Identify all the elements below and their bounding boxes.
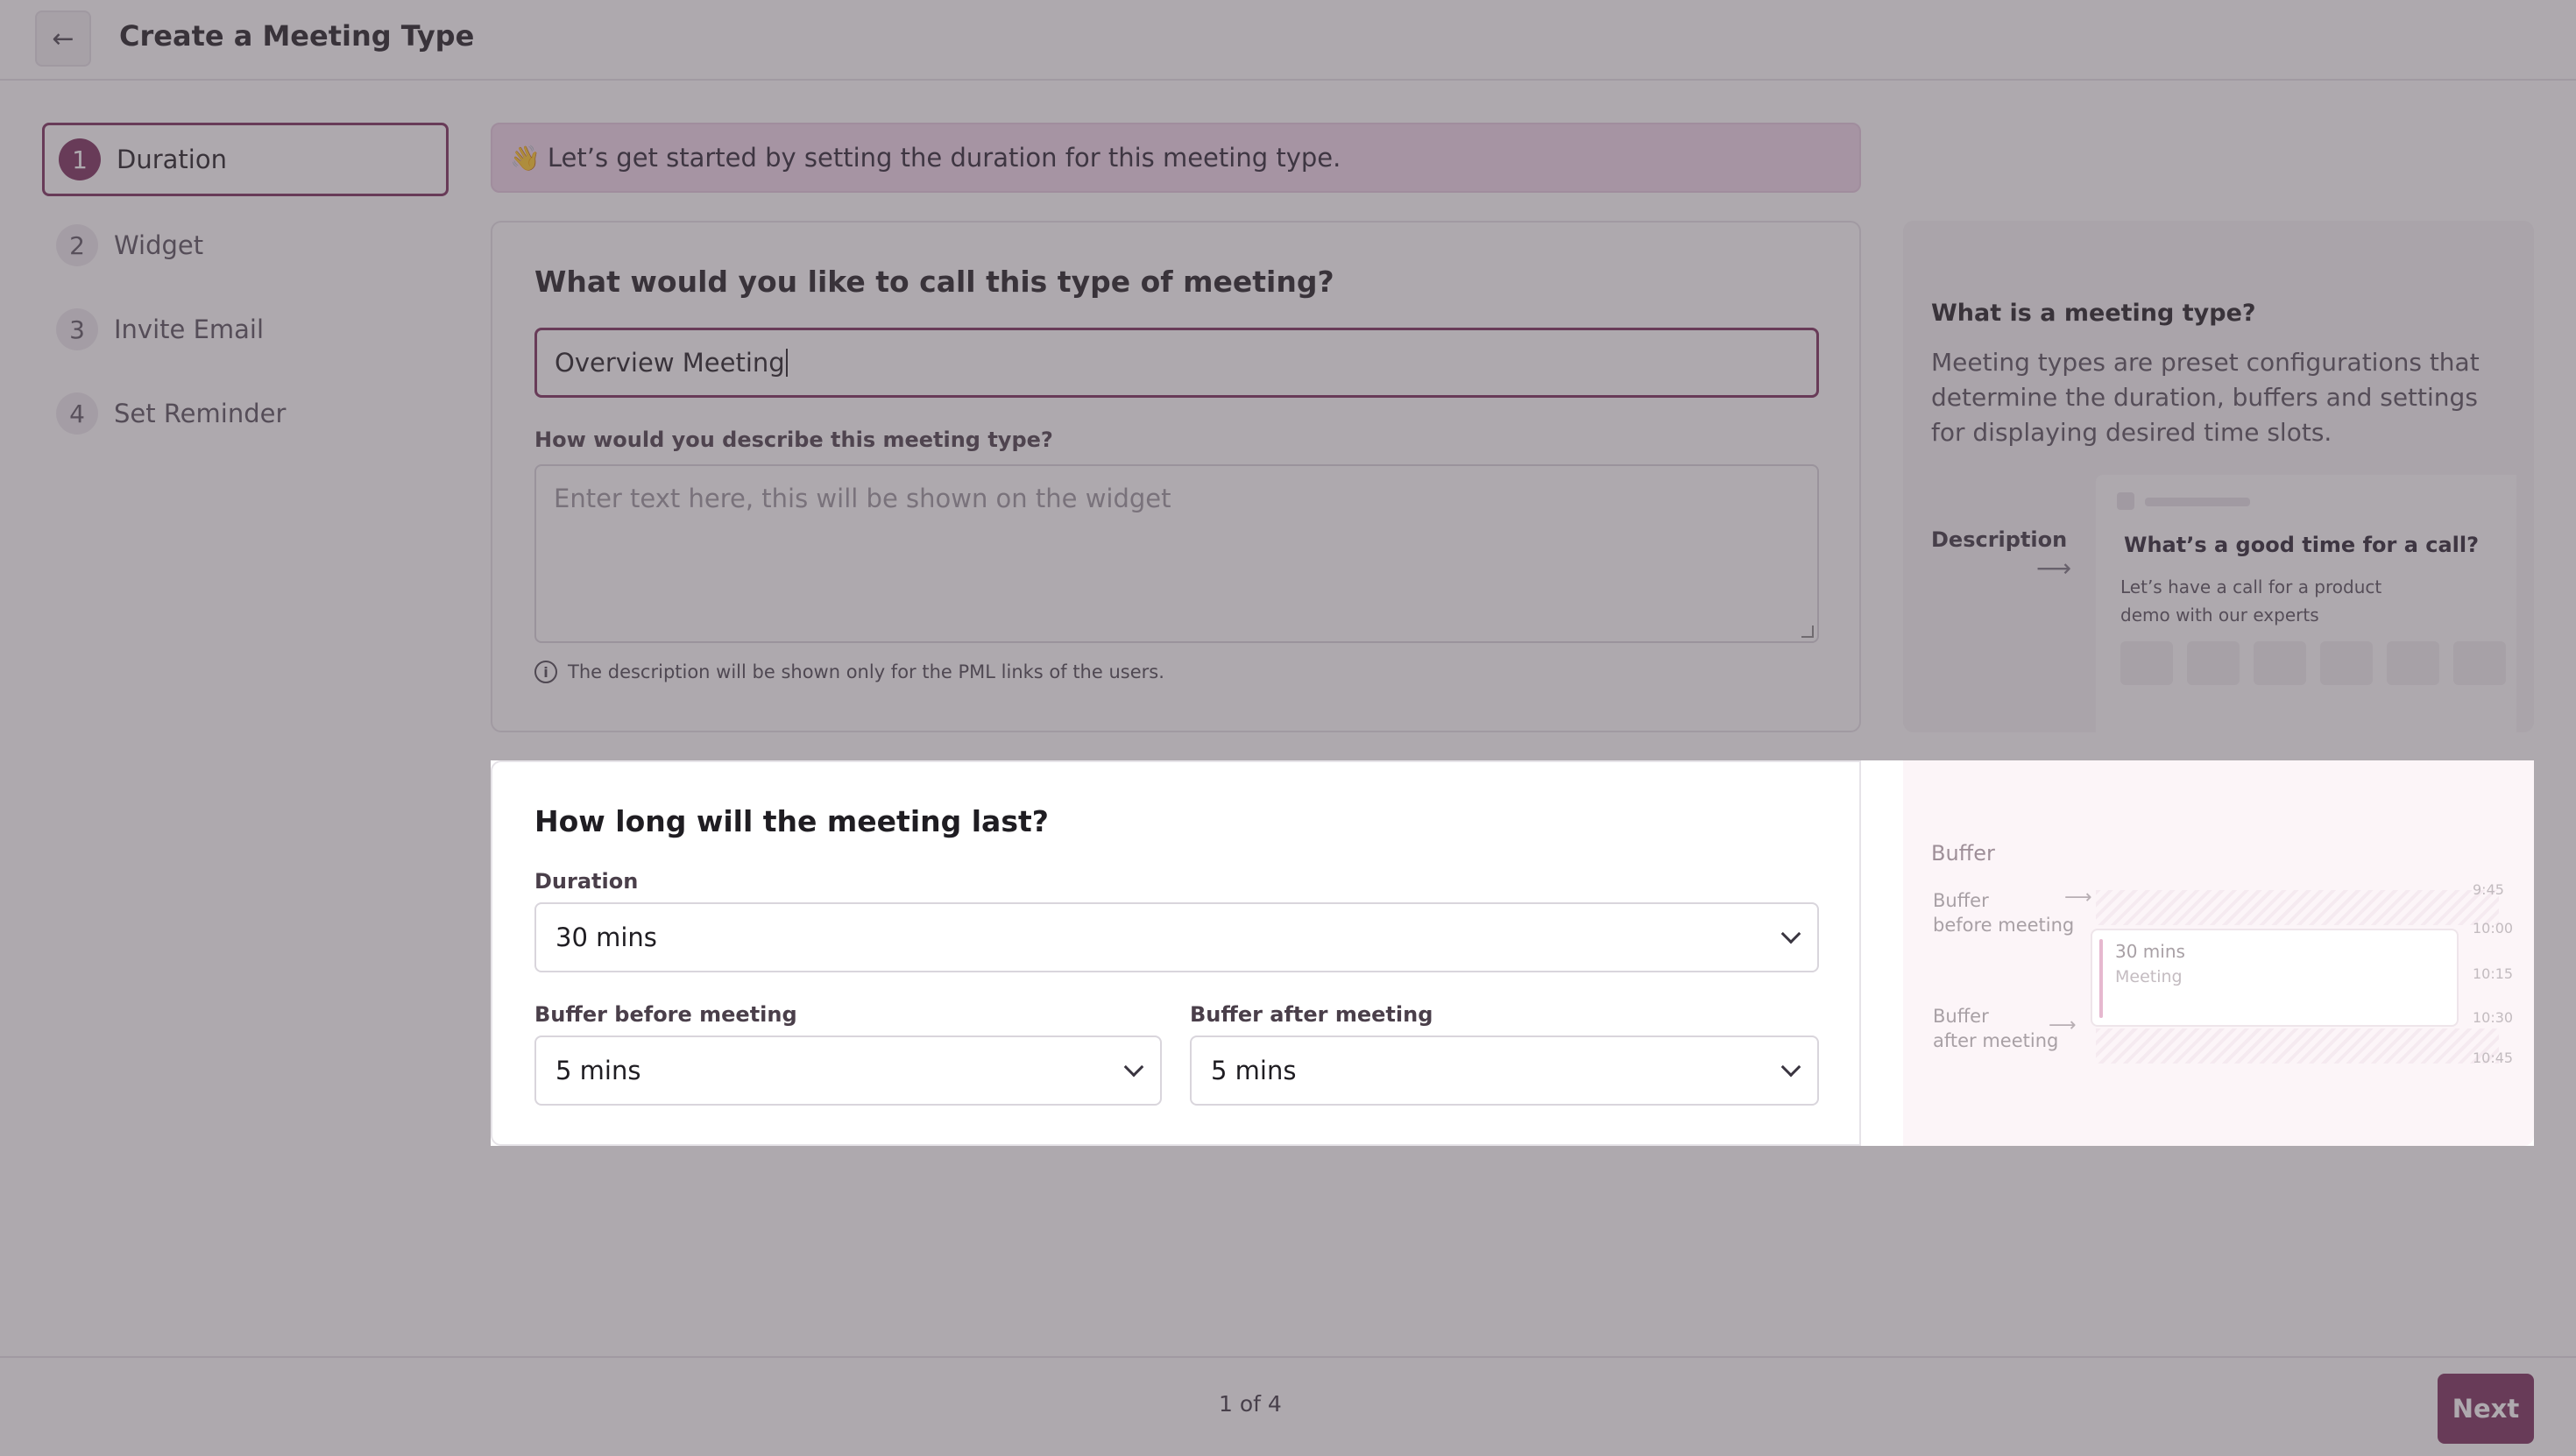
arrow-left-icon: ←: [52, 23, 74, 54]
intro-banner: 👋 Let’s get started by setting the durat…: [491, 123, 1861, 193]
preview-bar-placeholder: [2145, 498, 2250, 506]
description-textarea[interactable]: Enter text here, this will be shown on t…: [534, 464, 1819, 643]
preview-slot: [2187, 641, 2240, 685]
step-label: Widget: [114, 230, 204, 260]
description-illustration-label: Description: [1931, 527, 2068, 552]
resize-handle-icon[interactable]: [1801, 626, 1814, 638]
info-icon: i: [534, 661, 557, 683]
hint-text: The description will be shown only for t…: [568, 661, 1164, 682]
preview-title: What’s a good time for a call?: [2124, 533, 2480, 557]
waving-hand-icon: 👋: [510, 143, 541, 173]
step-widget[interactable]: 2 Widget: [42, 209, 449, 282]
step-invite-email[interactable]: 3 Invite Email: [42, 293, 449, 366]
preview-slot: [2453, 641, 2506, 685]
preview-slots: [2120, 641, 2506, 685]
widget-preview: What’s a good time for a call? Let’s hav…: [2096, 475, 2516, 732]
top-header: ← Create a Meeting Type: [0, 0, 2576, 81]
banner-text: Let’s get started by setting the duratio…: [547, 143, 1341, 173]
preview-slot: [2120, 641, 2173, 685]
back-button[interactable]: ←: [35, 11, 91, 67]
meeting-name-input[interactable]: Overview Meeting: [534, 328, 1819, 398]
description-placeholder: Enter text here, this will be shown on t…: [554, 484, 1171, 513]
step-number: 4: [56, 392, 98, 435]
description-hint: i The description will be shown only for…: [534, 661, 1164, 683]
step-label: Duration: [117, 145, 227, 174]
name-question: What would you like to call this type of…: [534, 265, 1334, 299]
preview-slot: [2254, 641, 2306, 685]
preview-text: Let’s have a call for a product demo wit…: [2120, 576, 2382, 626]
arrow-right-icon: ⟶: [2036, 554, 2072, 583]
step-set-reminder[interactable]: 4 Set Reminder: [42, 377, 449, 450]
info-title: What is a meeting type?: [1931, 300, 2256, 327]
preview-slot: [2387, 641, 2439, 685]
step-number: 3: [56, 308, 98, 350]
next-button[interactable]: Next: [2438, 1374, 2534, 1444]
step-label: Set Reminder: [114, 399, 287, 428]
meeting-name-value: Overview Meeting: [555, 348, 785, 378]
page-title: Create a Meeting Type: [119, 19, 475, 53]
footer-bar: 1 of 4 Next: [0, 1356, 2576, 1456]
step-label: Invite Email: [114, 315, 265, 344]
text-caret: [785, 349, 788, 377]
preview-slot: [2320, 641, 2373, 685]
preview-avatar-placeholder: [2117, 492, 2134, 510]
meeting-type-info-panel: What is a meeting type? Meeting types ar…: [1903, 221, 2534, 732]
meeting-name-card: What would you like to call this type of…: [491, 221, 1861, 732]
step-number: 2: [56, 224, 98, 266]
info-text: Meeting types are preset configurations …: [1931, 348, 2480, 447]
spotlight-overlay: [491, 760, 2534, 1146]
step-number: 1: [59, 138, 101, 180]
step-duration[interactable]: 1 Duration: [42, 123, 449, 196]
description-label: How would you describe this meeting type…: [534, 428, 1053, 452]
page-count: 1 of 4: [1219, 1391, 1282, 1417]
